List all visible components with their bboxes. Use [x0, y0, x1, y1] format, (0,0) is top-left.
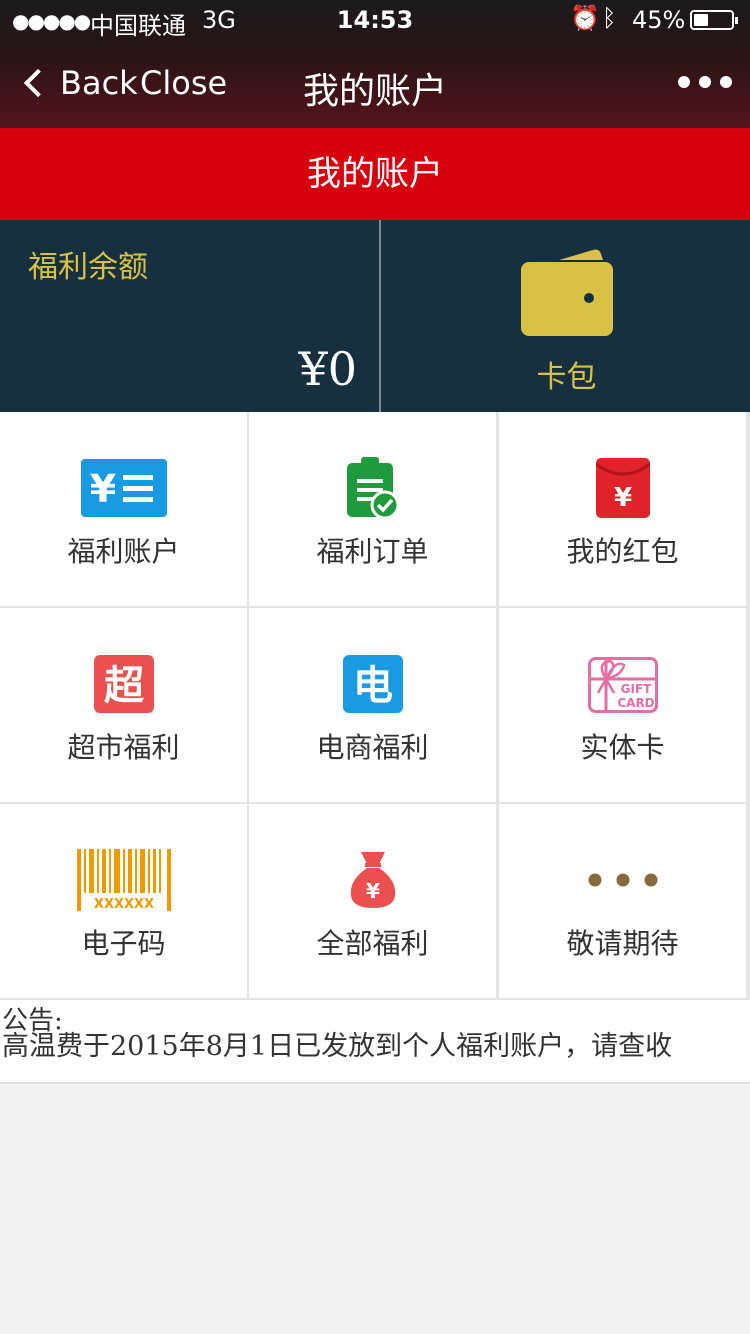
close-button[interactable]: Close — [140, 64, 227, 102]
grid-item-coming-soon[interactable]: 敬请期待 — [499, 804, 746, 998]
balance-panel: 福利余额 ¥0 卡包 — [0, 220, 750, 412]
grid-item-label: 福利账户 — [67, 535, 180, 568]
announcement-text: 高温费于2015年8月1日已发放到个人福利账户，请查收 — [2, 1031, 673, 1062]
svg-text:超: 超 — [104, 663, 145, 709]
wallet-icon — [521, 249, 613, 336]
grid-item-welfare-account[interactable]: ¥ 福利账户 — [0, 412, 247, 606]
grid-item-label: 电商福利 — [316, 731, 429, 764]
back-label: Back — [60, 64, 138, 102]
grid-item-all-welfare[interactable]: ¥ 全部福利 — [249, 804, 496, 998]
status-bar: ●●●●● 中国联通 3G 14:53 ⏰ ᛒ 45% — [0, 0, 750, 40]
svg-text:GIFT: GIFT — [620, 682, 652, 696]
gift-card-icon: GIFT CARD — [587, 657, 658, 713]
svg-text:¥: ¥ — [613, 483, 631, 513]
back-button[interactable]: Back — [20, 64, 138, 102]
balance-amount: ¥0 — [298, 342, 357, 396]
navigation-bar: Back Close 我的账户 — [0, 40, 750, 128]
more-menu-button[interactable] — [678, 76, 732, 88]
battery-fill — [694, 14, 708, 26]
top-bar: ●●●●● 中国联通 3G 14:53 ⏰ ᛒ 45% Back Close 我… — [0, 0, 750, 128]
wallet-label: 卡包 — [536, 360, 597, 395]
red-envelope-icon: ¥ — [595, 458, 650, 518]
svg-text:CARD: CARD — [617, 696, 654, 710]
wallet-button[interactable]: 卡包 — [383, 220, 750, 412]
grid-item-label: 福利订单 — [316, 535, 429, 568]
svg-text:XXXXXX: XXXXXX — [93, 897, 153, 911]
barcode-icon: XXXXXX — [76, 849, 171, 911]
announcement: 公告: 高温费于2015年8月1日已发放到个人福利账户，请查收 — [0, 1000, 750, 1084]
grid-item-label: 实体卡 — [580, 731, 665, 764]
balance-box: 福利余额 ¥0 — [0, 220, 381, 412]
alarm-icon: ⏰ — [570, 4, 600, 32]
more-dot — [678, 76, 690, 88]
order-clipboard-icon — [346, 457, 399, 519]
ecommerce-icon: 电 — [342, 655, 403, 713]
chevron-left-icon — [23, 68, 53, 98]
grid-item-ecommerce[interactable]: 电 电商福利 — [249, 608, 496, 802]
money-bag-icon: ¥ — [350, 852, 395, 908]
bluetooth-icon: ᛒ — [602, 4, 617, 32]
battery-icon — [690, 10, 738, 30]
grid-item-e-code[interactable]: XXXXXX 电子码 — [0, 804, 247, 998]
grid-item-label: 电子码 — [81, 927, 166, 960]
svg-text:¥: ¥ — [366, 879, 380, 903]
svg-text:¥: ¥ — [89, 467, 115, 511]
balance-label: 福利余额 — [28, 250, 148, 285]
grid-item-label: 我的红包 — [566, 535, 679, 568]
grid-item-label: 超市福利 — [67, 731, 180, 764]
account-icon: ¥ — [80, 459, 167, 517]
grid-item-label: 敬请期待 — [566, 927, 679, 960]
more-dot — [720, 76, 732, 88]
grid-item-supermarket[interactable]: 超 超市福利 — [0, 608, 247, 802]
svg-text:电: 电 — [353, 663, 393, 709]
page-header: 我的账户 — [0, 128, 750, 220]
grid-item-gift-card[interactable]: GIFT CARD 实体卡 — [499, 608, 746, 802]
more-dot — [699, 76, 711, 88]
battery-percent: 45% — [632, 6, 686, 34]
more-dots-icon — [588, 873, 657, 887]
grid-item-red-envelope[interactable]: ¥ 我的红包 — [499, 412, 746, 606]
supermarket-icon: 超 — [93, 655, 154, 713]
grid-item-label: 全部福利 — [316, 927, 429, 960]
grid-item-welfare-orders[interactable]: 福利订单 — [249, 412, 496, 606]
feature-grid: ¥ 福利账户 福利订单 ¥ 我的红包 超 超市福利 电 电商福利 GIFT CA… — [0, 412, 750, 1000]
